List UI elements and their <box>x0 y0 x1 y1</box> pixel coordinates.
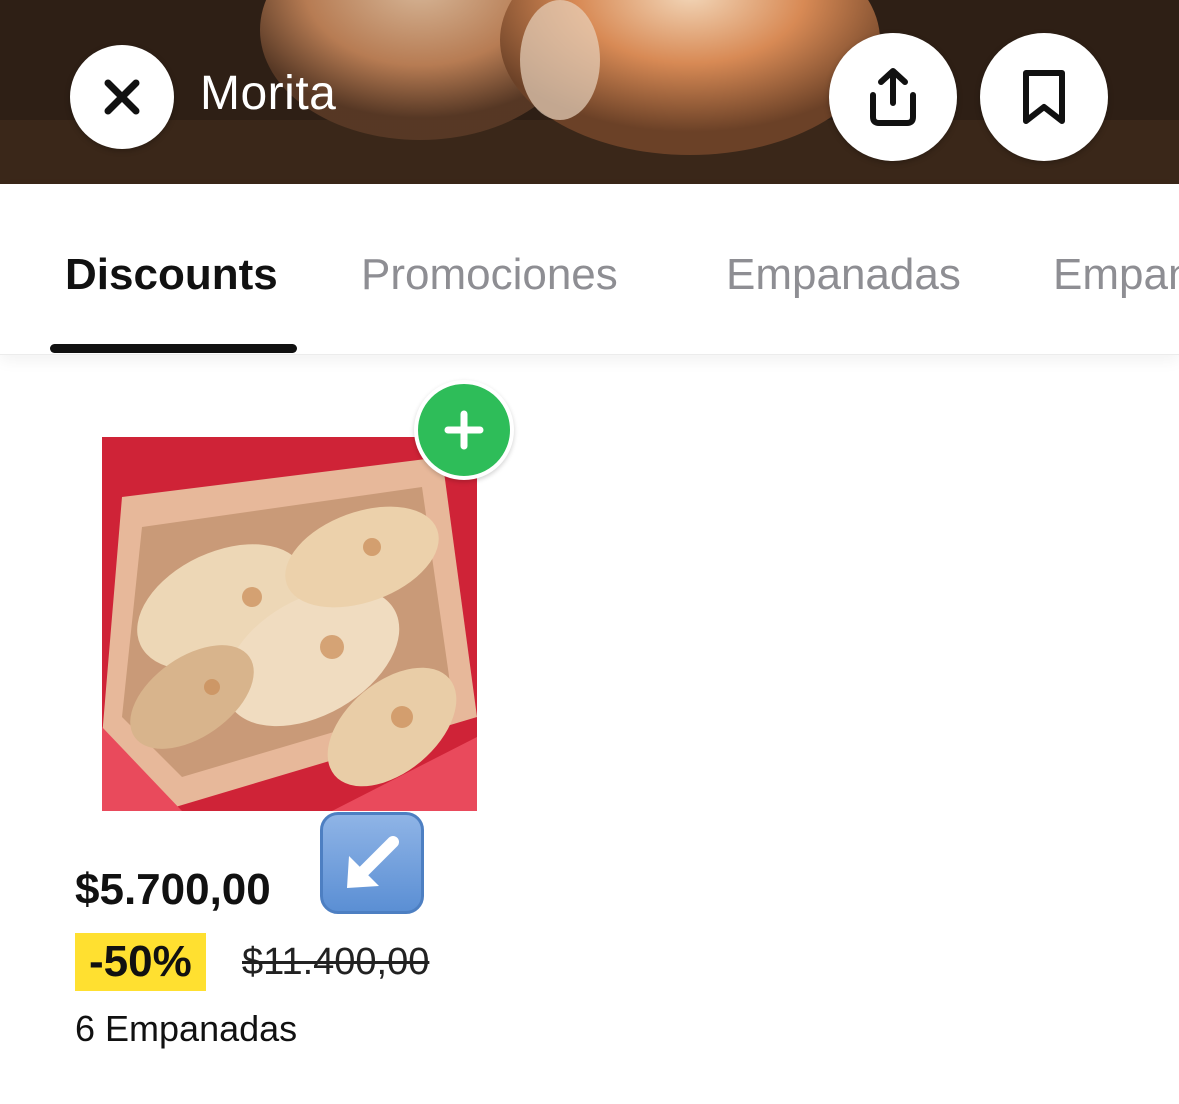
product-card[interactable]: $5.700,00 -50% $11.400,00 6 Empanadas <box>70 380 530 1060</box>
category-tabs: Discounts Promociones Empanadas Empanada… <box>0 184 1179 355</box>
add-to-cart-button[interactable] <box>414 380 514 480</box>
tab-empanadas[interactable]: Empanadas <box>726 250 961 300</box>
product-price: $5.700,00 <box>75 865 271 914</box>
close-icon <box>104 79 140 115</box>
share-button[interactable] <box>829 33 957 161</box>
bookmark-icon <box>1023 70 1065 124</box>
product-name: 6 Empanadas <box>75 1008 298 1049</box>
product-image <box>102 437 477 811</box>
active-tab-indicator <box>50 344 297 353</box>
share-icon <box>870 68 916 126</box>
tab-empanadas-2[interactable]: Empanadas <box>1053 250 1179 300</box>
store-header: Morita <box>0 0 1179 184</box>
arrow-down-left-icon <box>320 812 424 914</box>
original-price: $11.400,00 <box>242 941 430 983</box>
plus-icon <box>444 410 484 450</box>
close-button[interactable] <box>70 45 174 149</box>
bookmark-button[interactable] <box>980 33 1108 161</box>
discount-badge: -50% <box>75 933 206 991</box>
tab-promociones[interactable]: Promociones <box>361 250 618 300</box>
tab-discounts[interactable]: Discounts <box>65 250 278 300</box>
store-name: Morita <box>200 67 337 120</box>
